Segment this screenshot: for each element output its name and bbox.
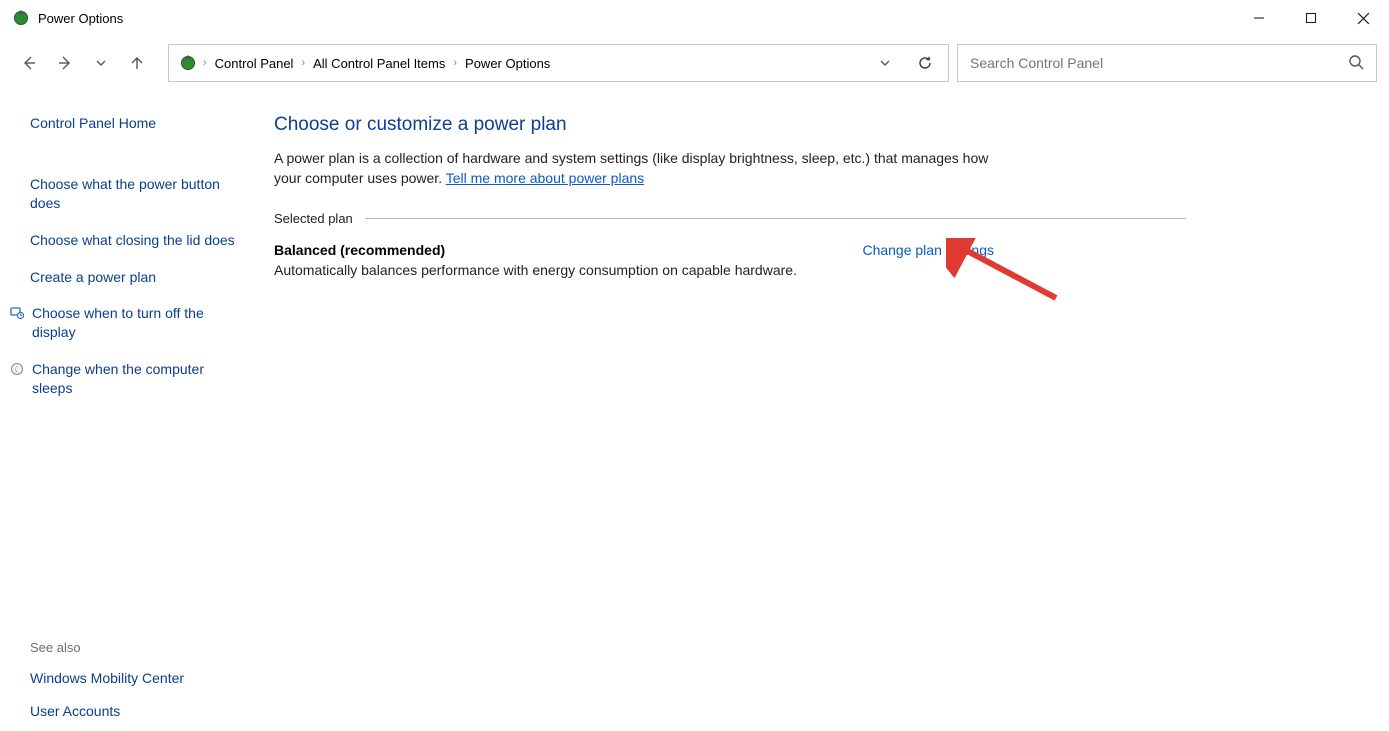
main-panel: Choose or customize a power plan A power… [246,114,1246,731]
plan-description: Automatically balances performance with … [274,262,797,278]
minimize-button[interactable] [1233,0,1285,36]
see-also-label: See also [30,640,236,655]
sidebar-item-label: Change when the computer sleeps [32,360,236,398]
chevron-right-icon[interactable]: › [453,57,457,69]
search-input[interactable] [970,55,1338,71]
sidebar-home-link[interactable]: Control Panel Home [30,114,236,133]
divider [365,218,1186,219]
sidebar-link-power-button[interactable]: Choose what the power button does [30,175,236,213]
selected-plan-label: Selected plan [274,211,353,226]
display-clock-icon [10,306,26,342]
sidebar-item-label: Create a power plan [30,268,156,287]
chevron-right-icon[interactable]: › [203,57,207,69]
up-button[interactable] [126,52,148,74]
refresh-button[interactable] [914,52,936,74]
close-button[interactable] [1337,0,1389,36]
forward-button[interactable] [54,52,76,74]
learn-more-link[interactable]: Tell me more about power plans [446,170,644,186]
sidebar-item-label: Choose what closing the lid does [30,231,235,250]
sidebar-link-create-plan[interactable]: Create a power plan [30,268,236,287]
content-area: Control Panel Home Choose what the power… [0,90,1389,731]
titlebar: Power Options [0,0,1389,36]
navigation-row: › Control Panel › All Control Panel Item… [0,36,1389,90]
see-also-mobility-center[interactable]: Windows Mobility Center [30,669,236,688]
recent-locations-button[interactable] [90,52,112,74]
selected-plan-header: Selected plan [274,211,1186,226]
titlebar-left: Power Options [12,9,123,27]
page-title: Choose or customize a power plan [274,114,1186,136]
sidebar-link-closing-lid[interactable]: Choose what closing the lid does [30,231,236,250]
moon-icon [10,362,26,398]
see-also-link-label: User Accounts [30,702,120,721]
plan-row: Balanced (recommended) Automatically bal… [274,242,994,278]
nav-buttons [12,52,160,74]
back-button[interactable] [18,52,40,74]
sidebar: Control Panel Home Choose what the power… [0,114,246,731]
sidebar-link-computer-sleeps[interactable]: Change when the computer sleeps [30,360,236,398]
address-bar-icon [179,54,197,72]
window-controls [1233,0,1389,36]
plan-name: Balanced (recommended) [274,242,797,258]
change-plan-settings-link[interactable]: Change plan settings [862,242,994,278]
see-also-section: See also Windows Mobility Center User Ac… [30,640,236,721]
search-icon[interactable] [1348,54,1364,73]
page-description: A power plan is a collection of hardware… [274,148,1014,189]
sidebar-link-turn-off-display[interactable]: Choose when to turn off the display [30,304,236,342]
window-title: Power Options [38,11,123,26]
sidebar-home-label: Control Panel Home [30,114,156,133]
breadcrumb-power-options[interactable]: Power Options [465,56,550,71]
maximize-button[interactable] [1285,0,1337,36]
see-also-link-label: Windows Mobility Center [30,669,184,688]
sidebar-item-label: Choose what the power button does [30,175,236,213]
see-also-user-accounts[interactable]: User Accounts [30,702,236,721]
power-options-icon [12,9,30,27]
address-bar[interactable]: › Control Panel › All Control Panel Item… [168,44,949,82]
chevron-down-icon[interactable] [874,52,896,74]
breadcrumb-all-items[interactable]: All Control Panel Items [313,56,445,71]
breadcrumb-control-panel[interactable]: Control Panel [215,56,294,71]
search-box[interactable] [957,44,1377,82]
chevron-right-icon[interactable]: › [301,57,305,69]
breadcrumb: › Control Panel › All Control Panel Item… [203,56,862,71]
sidebar-item-label: Choose when to turn off the display [32,304,236,342]
